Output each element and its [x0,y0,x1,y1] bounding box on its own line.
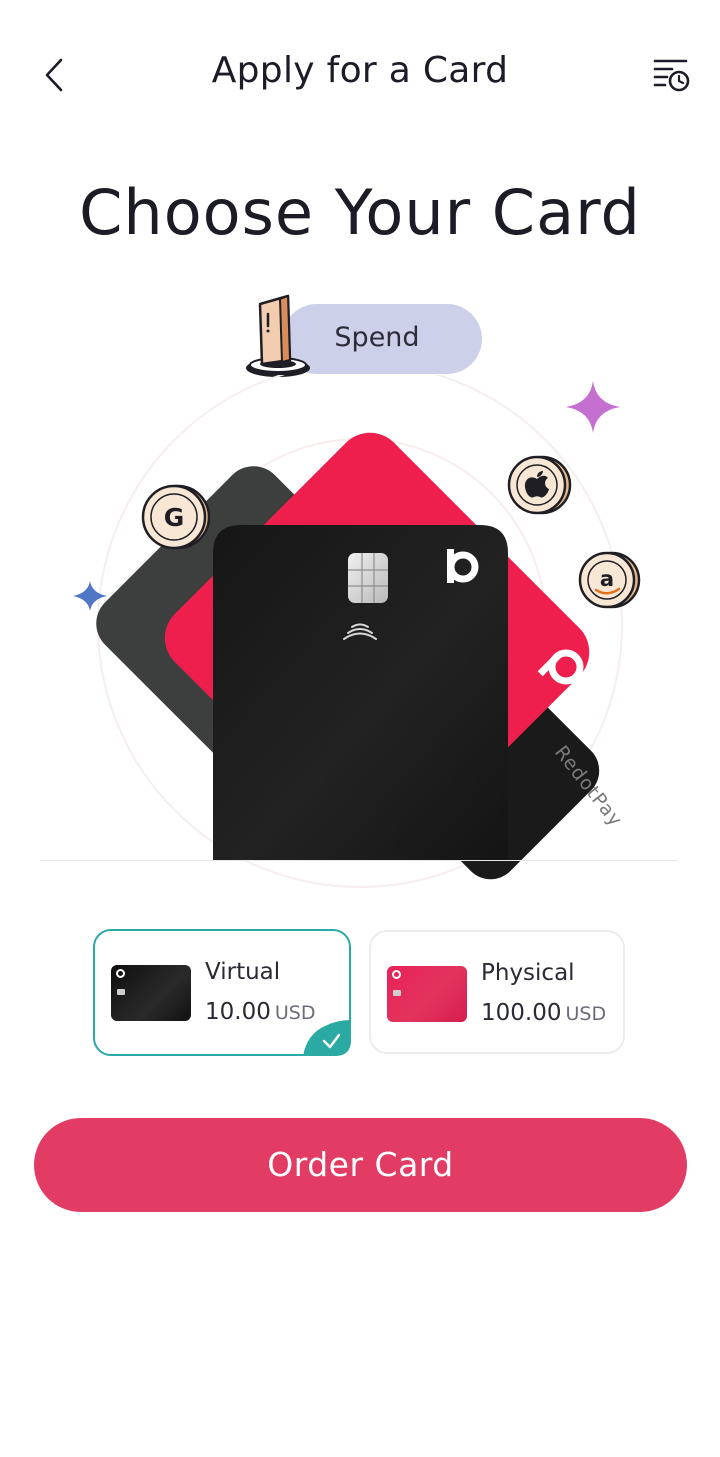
virtual-card-name: Virtual [205,959,281,985]
order-card-button[interactable]: Order Card [34,1118,687,1212]
apple-coin-icon [507,455,572,515]
spend-label: Spend [334,322,420,353]
list-clock-icon [653,59,690,92]
card-chip [348,553,388,603]
card-terminal-icon [240,292,320,384]
physical-card-option[interactable]: Physical 100.00 USD [369,930,625,1054]
virtual-card-price: 10.00 USD [205,999,315,1025]
svg-text:G: G [164,503,185,532]
cards-illustration: RedotPay G a [73,375,641,888]
physical-price-currency: USD [565,1003,607,1025]
illustration-divider [40,860,678,861]
virtual-card-thumbnail [111,965,191,1021]
physical-card-thumbnail [387,966,467,1022]
physical-price-value: 100.00 [481,1000,562,1026]
physical-card-name: Physical [481,960,575,986]
selected-check-icon [303,1020,351,1056]
virtual-card-option[interactable]: Virtual 10.00 USD [93,929,351,1056]
page-title: Choose Your Card [79,176,641,249]
svg-text:a: a [600,567,614,591]
google-coin-icon: G [141,484,211,550]
virtual-price-value: 10.00 [205,999,271,1025]
history-button[interactable] [648,54,696,98]
amazon-coin-icon: a [578,551,641,609]
physical-card-price: 100.00 USD [481,1000,606,1026]
sparkle-pink-icon [566,381,620,433]
header-title: Apply for a Card [211,50,509,91]
